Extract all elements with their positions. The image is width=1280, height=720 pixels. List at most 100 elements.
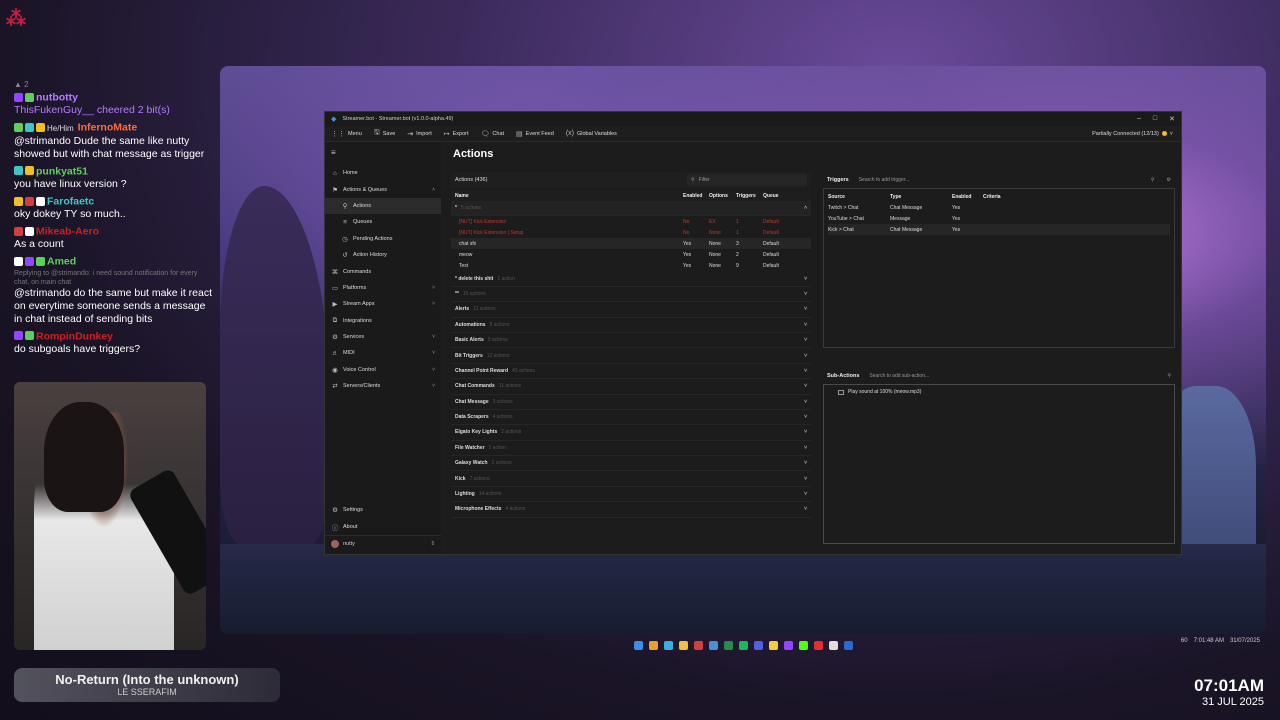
edge-icon[interactable] xyxy=(663,640,673,650)
action-group[interactable]: File Watcher 1 action ˅ xyxy=(451,441,811,457)
sidebar-item-integrations[interactable]: ⧉ Integrations xyxy=(325,313,441,329)
close-icon[interactable]: ✕ xyxy=(1169,115,1175,123)
filter-input[interactable]: ⚲ Filter xyxy=(687,174,807,186)
import-button[interactable]: ⇥ Import xyxy=(407,130,431,138)
chat-username[interactable]: punkyat51 xyxy=(36,165,88,177)
connection-status[interactable]: Partially Connected (12/13) ˅ xyxy=(1092,131,1181,137)
col-header-options[interactable]: Options xyxy=(709,193,736,199)
subaction-search-input[interactable]: Search to add sub-action... ⚲ xyxy=(869,373,1171,379)
action-group[interactable]: Elgato Key Lights 2 actions ˅ xyxy=(451,425,811,441)
streamerbot-icon[interactable] xyxy=(708,640,718,650)
hamburger-icon[interactable]: ≡ xyxy=(325,146,441,165)
export-button[interactable]: ↦ Export xyxy=(444,130,469,138)
search-icon: ⚲ xyxy=(691,177,695,183)
action-group[interactable]: Basic Alerts 9 actions ˅ xyxy=(451,333,811,349)
action-group-open[interactable]: * 5 actions ˄ xyxy=(451,201,811,217)
group-count: 41 actions xyxy=(512,367,535,374)
col-header-source[interactable]: Source xyxy=(828,194,890,200)
global-variables-button[interactable]: (x) Global Variables xyxy=(566,130,617,137)
twitch-icon[interactable] xyxy=(783,640,793,650)
chat-username[interactable]: Farofaetc xyxy=(47,195,94,207)
col-header-type[interactable]: Type xyxy=(890,194,952,200)
sidebar-item-servers-clients[interactable]: ⇄ Servers/Clients ˅ xyxy=(325,378,441,394)
sidebar-item-platforms[interactable]: ▭ Platforms ˅ xyxy=(325,280,441,296)
sidebar-item-actions[interactable]: ⚲ Actions xyxy=(325,197,441,215)
sidebar-item-action-history[interactable]: ↺ Action History xyxy=(325,247,441,263)
app2-icon[interactable] xyxy=(828,640,838,650)
action-row[interactable]: chat sfx Yes None 3 Default xyxy=(451,238,811,250)
chat-username[interactable]: Mikeab-Aero xyxy=(36,225,99,237)
chat-badge-icon xyxy=(14,331,23,341)
sidebar-item-home[interactable]: ⌂ Home xyxy=(325,165,441,181)
notes-icon[interactable] xyxy=(768,640,778,650)
sidebar-item-pending-actions[interactable]: ◷ Pending Actions xyxy=(325,231,441,247)
kick-icon[interactable] xyxy=(798,640,808,650)
maximize-icon[interactable]: □ xyxy=(1153,115,1157,123)
action-group[interactable]: Lighting 14 actions ˅ xyxy=(451,487,811,503)
trigger-row[interactable]: YouTube > Chat Message Yes xyxy=(828,213,1170,224)
menu-button[interactable]: ⋮⋮ Menu xyxy=(331,130,362,138)
sidebar-item-commands[interactable]: ⌘ Commands xyxy=(325,263,441,279)
action-group[interactable]: ** 15 actions ˅ xyxy=(451,287,811,303)
col-header-name[interactable]: Name xyxy=(455,193,683,199)
sidebar-item-queues[interactable]: ≡ Queues xyxy=(325,214,441,230)
sidebar-item-stream-apps[interactable]: ▶ Stream Apps ˅ xyxy=(325,296,441,312)
youtube-icon[interactable] xyxy=(813,640,823,650)
action-group[interactable]: Bit Triggers 12 actions ˅ xyxy=(451,348,811,364)
action-group[interactable]: Alerts 11 actions ˅ xyxy=(451,302,811,318)
tray-volume[interactable]: 60 xyxy=(1181,638,1188,644)
col-header-triggers[interactable]: Triggers xyxy=(736,193,763,199)
trigger-row[interactable]: Twitch > Chat Chat Message Yes xyxy=(828,202,1170,213)
action-row[interactable]: Test Yes None 9 Default xyxy=(451,260,811,271)
chrome-icon[interactable] xyxy=(648,640,658,650)
explorer-icon[interactable] xyxy=(678,640,688,650)
col-header-enabled[interactable]: Enabled xyxy=(683,193,709,199)
save-button[interactable]: 🖫 Save xyxy=(374,128,396,139)
subaction-item[interactable]: Play sound at 100% (meow.mp3) xyxy=(838,389,1160,395)
action-group[interactable]: Microphone Effects 4 actions ˅ xyxy=(451,502,811,518)
action-row[interactable]: [NUT] Kick Extension No EX 1 Default xyxy=(451,216,811,227)
col-header-queue[interactable]: Queue xyxy=(763,193,807,199)
chat-badge-icon xyxy=(14,196,23,206)
col-header-trigger-enabled[interactable]: Enabled xyxy=(952,194,983,200)
action-group[interactable]: * delete this shit 1 action ˅ xyxy=(451,271,811,287)
about-icon: ⓘ xyxy=(331,524,339,532)
user-profile[interactable]: nutty ⇕ xyxy=(325,535,441,552)
vscode-icon[interactable] xyxy=(843,640,853,650)
action-group[interactable]: Chat Commands 11 actions ˅ xyxy=(451,379,811,395)
discord-icon[interactable] xyxy=(753,640,763,650)
minimize-icon[interactable]: – xyxy=(1137,115,1141,123)
action-row[interactable]: meow Yes None 2 Default xyxy=(451,249,811,260)
trigger-row[interactable]: Kick > Chat Chat Message Yes xyxy=(828,224,1170,235)
action-group[interactable]: Kick 7 actions ˅ xyxy=(451,471,811,487)
obs-icon[interactable] xyxy=(693,640,703,650)
chat-username[interactable]: Amed xyxy=(47,256,76,268)
clock-time: 07:01AM xyxy=(1194,676,1264,695)
chat-username[interactable]: RompinDunkey xyxy=(36,330,113,342)
trigger-search-input[interactable]: Search to add trigger... ⚲ ⚙ xyxy=(859,177,1171,183)
chat-username[interactable]: nutbotty xyxy=(36,91,78,103)
action-group[interactable]: Channel Point Reward 41 actions ˅ xyxy=(451,364,811,380)
gear-icon[interactable]: ⚙ xyxy=(1167,177,1171,183)
action-group[interactable]: Automations 5 actions ˅ xyxy=(451,318,811,333)
chat-icon: 🗨 xyxy=(480,130,490,138)
sidebar-item-actions-queues[interactable]: ⚑ Actions & Queues ˄ xyxy=(325,181,441,197)
spotify-icon[interactable] xyxy=(738,640,748,650)
action-row[interactable]: [NUT] Kick Extension | Setup No None 1 Defau… xyxy=(451,227,811,238)
sidebar-item-midi[interactable]: ♬ MIDI ˅ xyxy=(325,345,441,361)
action-group[interactable]: Chat Message 3 actions ˅ xyxy=(451,395,811,410)
user-name: nutty xyxy=(343,541,355,547)
app-icon[interactable] xyxy=(723,640,733,650)
chat-username[interactable]: InfernoMate xyxy=(78,122,138,134)
start-icon[interactable] xyxy=(633,640,643,650)
event-feed-button[interactable]: ▤ Event Feed xyxy=(516,130,554,138)
sidebar-item-settings[interactable]: ⚙ Settings xyxy=(325,502,441,518)
sidebar-item-voice-control[interactable]: ◉ Voice Control ˅ xyxy=(325,362,441,378)
chat-button[interactable]: 🗨 Chat xyxy=(481,130,505,138)
sidebar-item-services[interactable]: ⚙ Services ˅ xyxy=(325,329,441,345)
action-group[interactable]: Galaxy Watch 2 actions ˅ xyxy=(451,456,811,472)
chat-reply-context: Replying to @strimando: i need sound not… xyxy=(14,269,198,286)
sidebar-item-about[interactable]: ⓘ About xyxy=(325,519,441,535)
action-group[interactable]: Data Scrapers 4 actions ˅ xyxy=(451,410,811,426)
col-header-criteria[interactable]: Criteria xyxy=(983,194,1023,200)
